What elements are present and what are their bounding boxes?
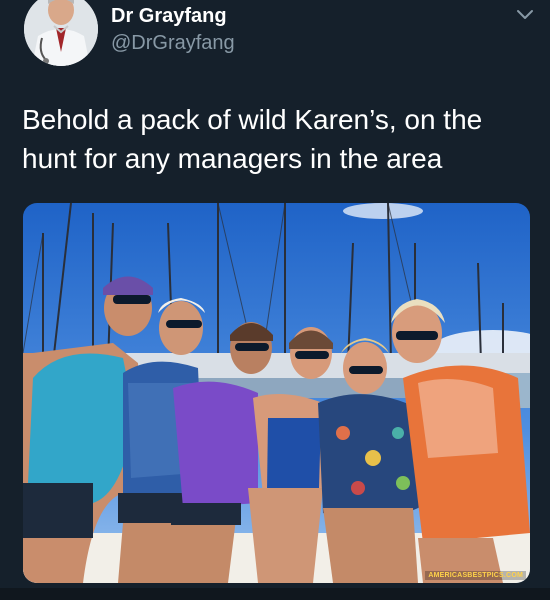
watermark: AMERICASBESTPICS.COM bbox=[425, 571, 526, 580]
author-handle[interactable]: @DrGrayfang bbox=[111, 32, 235, 55]
tweet-header: Dr Grayfang @DrGrayfang bbox=[0, 0, 550, 80]
chevron-down-icon[interactable] bbox=[514, 6, 536, 24]
bottom-divider bbox=[0, 588, 550, 600]
author-name[interactable]: Dr Grayfang bbox=[111, 5, 227, 28]
tweet-photo[interactable]: AMERICASBESTPICS.COM bbox=[23, 203, 530, 583]
avatar[interactable] bbox=[24, 0, 98, 66]
photo-illustration bbox=[23, 203, 530, 583]
tweet-text: Behold a pack of wild Karen’s, on the hu… bbox=[22, 104, 483, 174]
avatar-image bbox=[24, 0, 98, 66]
